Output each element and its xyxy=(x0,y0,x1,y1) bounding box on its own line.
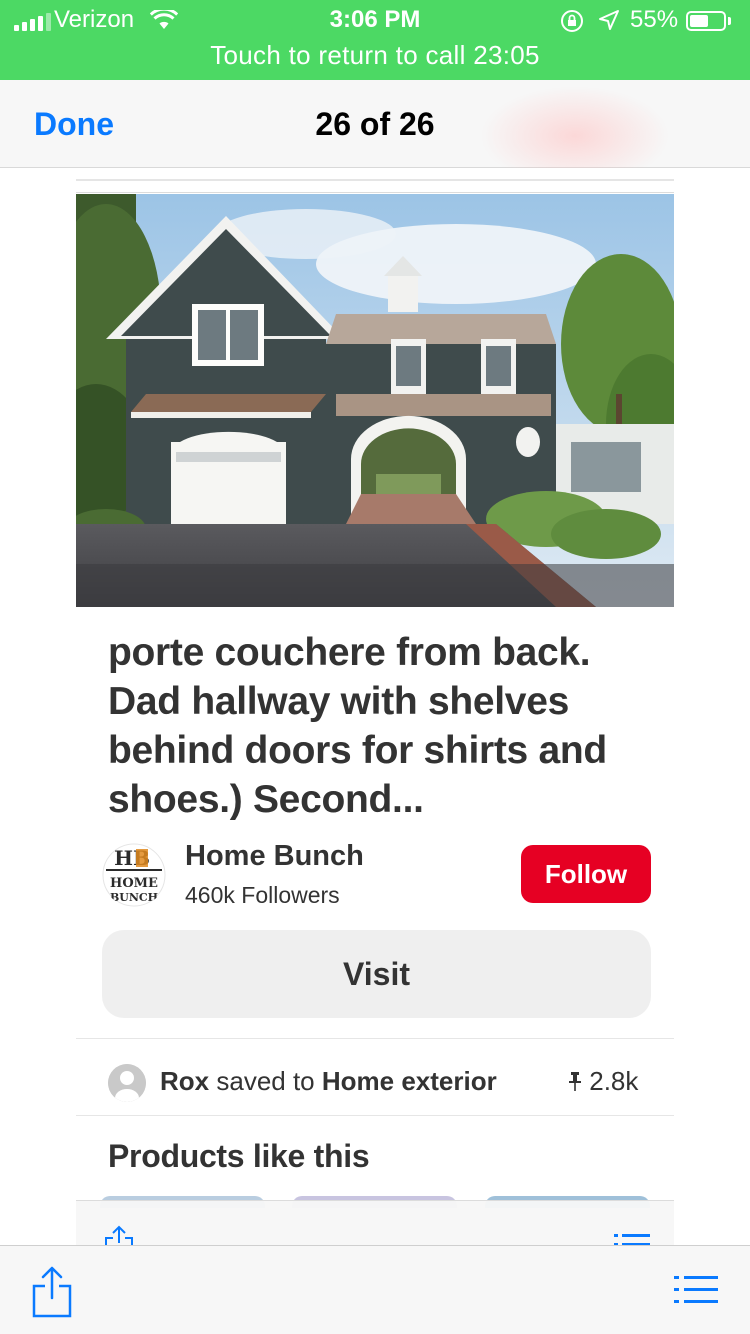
pushpin-icon xyxy=(569,1072,581,1091)
pin-title: porte couchere from back. Dad hallway wi… xyxy=(108,631,607,821)
divider xyxy=(76,1038,674,1039)
bottom-toolbar xyxy=(0,1245,750,1334)
share-icon[interactable] xyxy=(32,1264,72,1318)
save-count-value: 2.8k xyxy=(589,1066,639,1096)
visit-button[interactable]: Visit xyxy=(102,930,651,1018)
saved-to-text: saved to xyxy=(216,1066,315,1096)
home-bunch-logo: HB HOME BUNCH xyxy=(102,843,166,907)
return-to-call-banner[interactable]: Touch to return to call 23:05 xyxy=(0,40,750,71)
default-user-icon xyxy=(108,1064,146,1102)
share-icon xyxy=(105,1225,133,1247)
creator-followers: 460k Followers xyxy=(185,882,340,908)
follow-button[interactable]: Follow xyxy=(521,845,651,903)
battery-percent: 55% xyxy=(630,6,679,33)
board-name[interactable]: Home exterior xyxy=(322,1066,497,1096)
battery-nub xyxy=(728,17,731,25)
list-icon[interactable] xyxy=(674,1276,718,1304)
products-heading: Products like this xyxy=(108,1138,370,1174)
status-row: Verizon 3:06 PM 55% xyxy=(0,4,750,38)
saver-avatar[interactable] xyxy=(108,1064,146,1102)
saved-to-line: Rox saved to Home exterior xyxy=(160,1066,497,1097)
navigation-bar: Done 26 of 26 xyxy=(0,80,750,186)
battery-icon xyxy=(686,11,726,31)
inner-toolbar xyxy=(76,1200,674,1247)
logo-line-2: HOME xyxy=(110,876,158,891)
orientation-lock-icon xyxy=(561,10,583,32)
card-top-divider xyxy=(76,179,674,181)
logo-line-3: BUNCH xyxy=(110,891,158,904)
creator-avatar[interactable]: HB HOME BUNCH xyxy=(102,843,166,907)
card-top-divider-2 xyxy=(76,192,674,193)
location-arrow-icon xyxy=(599,10,619,30)
status-bar: Verizon 3:06 PM 55% Touch to return to c… xyxy=(0,0,750,80)
pin-image[interactable] xyxy=(76,194,674,607)
divider xyxy=(76,1115,674,1116)
saver-name[interactable]: Rox xyxy=(160,1066,209,1096)
house-photo xyxy=(76,194,674,607)
battery-level xyxy=(690,15,708,27)
save-count: 2.8k xyxy=(568,1066,638,1097)
creator-name[interactable]: Home Bunch xyxy=(185,840,364,873)
page-counter: 26 of 26 xyxy=(315,106,435,142)
